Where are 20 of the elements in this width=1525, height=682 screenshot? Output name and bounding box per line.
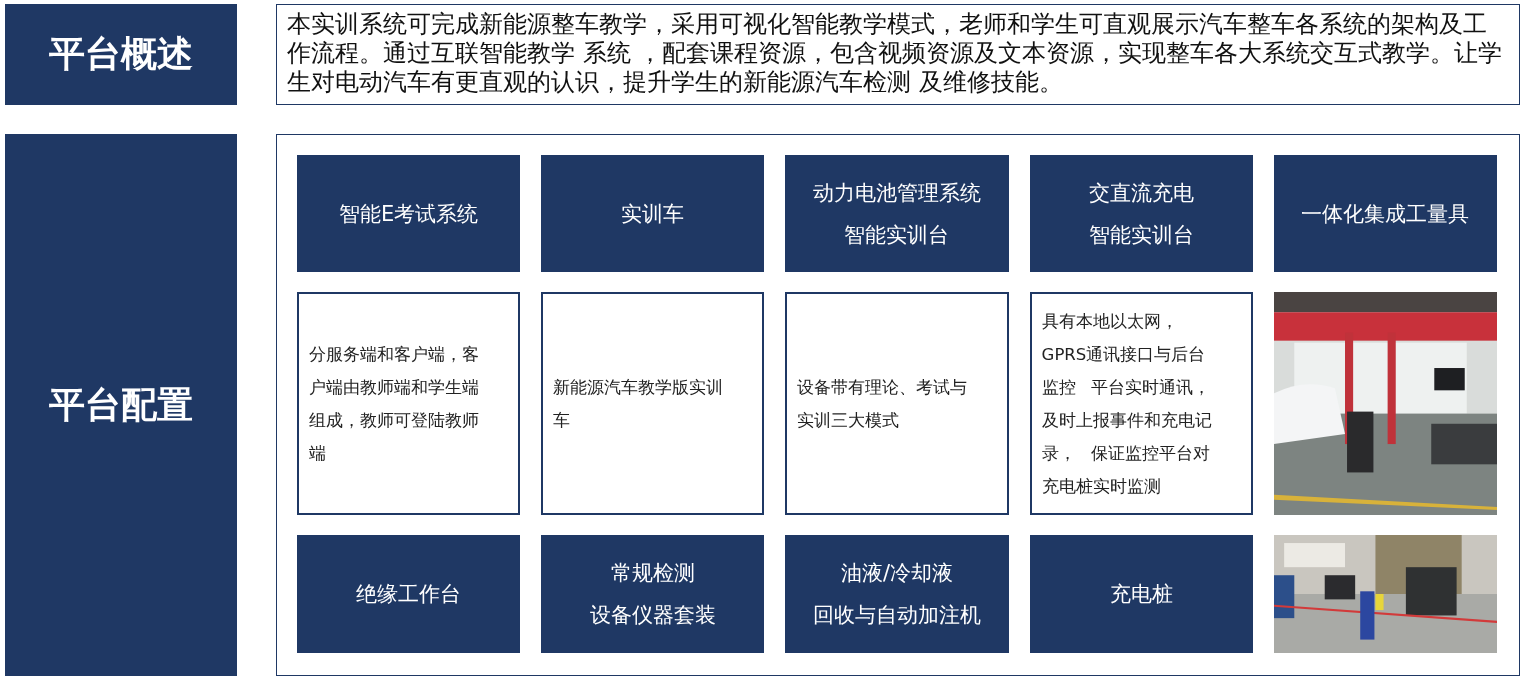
tile-label: 交直流充电 [1088, 179, 1194, 207]
overview-paragraph: 本实训系统可完成新能源整车教学，采用可视化智能教学模式，老师和学生可直观展示汽车整车各系统的架构及工作流程。通过互联智能教学 系统 ，配套课程资源，包含视频资源及文本资源，实现整车各大系统交互式教学。让学生对电动汽车有更直观的认识，提升学生的新能源汽车检测 及维修技能。 [276, 4, 1520, 105]
description-text: 分服务端和客户端，客户端由教师端和学生端组成，教师可登陆教师端 [309, 343, 480, 465]
section-label: 平台概述 [5, 4, 237, 105]
tile-label: 实训车 [621, 200, 685, 228]
description-text: 设备带有理论、考试与实训三大模式 [797, 376, 969, 432]
tile-label: 充电桩 [1109, 581, 1173, 608]
tile-label: 绝缘工作台 [356, 581, 462, 608]
tile-label: 一体化集成工量具 [1301, 200, 1470, 228]
tile-label: 动力电池管理系统 [813, 179, 981, 207]
tile-label: 油液/冷却液 [840, 560, 954, 587]
tile-label: 智能E考试系统 [338, 200, 479, 228]
tile-label: 回收与自动加注机 [813, 602, 981, 629]
description-text: 具有本地以太网，GPRS通讯接口与后台监控 平台实时通讯，及时上报事件和充电记录， 保证监控平台对充电桩实时监测 [1041, 310, 1213, 498]
tile-label: 智能实训台 [1088, 221, 1194, 249]
section-label: 平台配置 [5, 134, 237, 676]
tile-label: 设备仪器套装 [589, 602, 716, 629]
tile-label: 智能实训台 [844, 221, 950, 249]
tile-label: 常规检测 [610, 560, 695, 587]
description-text: 新能源汽车教学版实训车 [553, 376, 725, 432]
